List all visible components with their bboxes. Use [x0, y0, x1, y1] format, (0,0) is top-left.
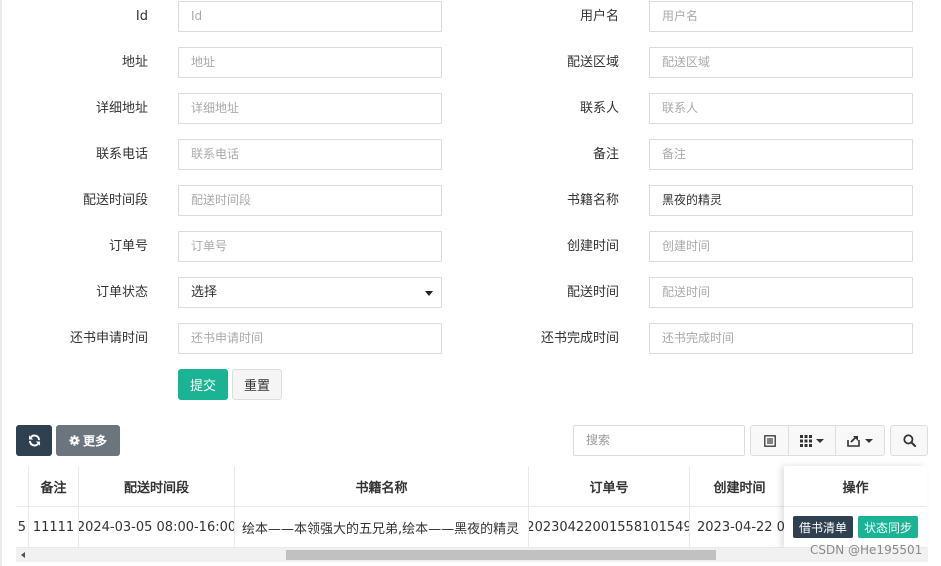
more-button[interactable]: 更多: [56, 425, 120, 456]
return-apply-time-label: 还书申请时间: [69, 331, 148, 346]
column-header-created[interactable]: 创建时间: [690, 466, 790, 507]
order-no-input[interactable]: 订单号: [178, 231, 442, 262]
note-label: 备注: [592, 147, 619, 162]
return-apply-time-input[interactable]: 还书申请时间: [178, 323, 442, 354]
address-label: 地址: [121, 55, 148, 70]
chevron-down-icon: [865, 438, 873, 443]
delivery-time-label: 配送时间: [566, 285, 619, 300]
export-button[interactable]: [835, 425, 885, 456]
address-input[interactable]: 地址: [178, 47, 442, 78]
table-tools: [750, 425, 885, 456]
cell-time-slot: 2024-03-05 08:00-16:00: [79, 507, 235, 548]
column-header-books[interactable]: 书籍名称: [235, 466, 529, 507]
time-slot-label: 配送时间段: [82, 193, 148, 208]
order-status-value: 选择: [191, 285, 218, 300]
toggle-view-button[interactable]: [750, 425, 789, 456]
note-input[interactable]: 备注: [649, 139, 913, 170]
search-icon: [902, 434, 916, 447]
column-header-note[interactable]: 备注: [29, 466, 79, 507]
detail-address-label: 详细地址: [95, 101, 148, 116]
scroll-left-arrow-icon[interactable]: [21, 552, 25, 558]
return-done-time-input[interactable]: 还书完成时间: [649, 323, 913, 354]
contact-label: 联系人: [579, 101, 619, 116]
created-time-input[interactable]: 创建时间: [649, 231, 913, 262]
borrow-list-button[interactable]: 借书清单: [792, 516, 853, 538]
more-label: 更多: [82, 434, 107, 448]
chevron-down-icon: [816, 438, 824, 443]
username-input[interactable]: 用户名: [649, 1, 913, 32]
refresh-icon: [28, 434, 40, 447]
sync-status-button[interactable]: 状态同步: [858, 516, 919, 538]
cell-order-no: 20230422001558101549: [529, 507, 690, 548]
gear-icon: [69, 435, 80, 446]
table-search-input[interactable]: 搜索: [573, 425, 745, 456]
form-row: 详细地址 详细地址 联系人 联系人: [0, 93, 941, 125]
id-label: Id: [135, 9, 148, 24]
detail-address-input[interactable]: 详细地址: [178, 93, 442, 124]
delivery-area-label: 配送区域: [566, 55, 619, 70]
grid-icon: [800, 434, 812, 447]
table-header-cut: [16, 466, 29, 507]
form-row: 订单号 订单号 创建时间 创建时间: [0, 231, 941, 263]
search-button[interactable]: [890, 425, 928, 456]
form-row: 还书申请时间 还书申请时间 还书完成时间 还书完成时间: [0, 323, 941, 355]
column-header-order-no[interactable]: 订单号: [529, 466, 690, 507]
form-row: 联系电话 联系电话 备注 备注: [0, 139, 941, 171]
columns-button[interactable]: [788, 425, 836, 456]
cell-note: 11111: [29, 507, 79, 548]
column-header-time-slot[interactable]: 配送时间段: [79, 466, 235, 507]
phone-label: 联系电话: [95, 147, 148, 162]
chevron-down-icon: [425, 291, 433, 296]
phone-input[interactable]: 联系电话: [178, 139, 442, 170]
form-row: 订单状态 选择 配送时间 配送时间: [0, 277, 941, 309]
created-time-label: 创建时间: [566, 239, 619, 254]
order-status-select[interactable]: 选择: [178, 277, 442, 308]
export-icon: [847, 435, 860, 447]
cell-operations: 借书清单 状态同步: [784, 507, 927, 548]
submit-button[interactable]: 提交: [178, 369, 228, 400]
username-label: 用户名: [579, 9, 619, 24]
return-done-time-label: 还书完成时间: [540, 331, 619, 346]
column-header-operations: 操作: [784, 466, 927, 507]
cell-created: 2023-04-22 00: [690, 507, 790, 548]
cell-cut: 5: [16, 507, 29, 548]
delivery-area-input[interactable]: 配送区域: [649, 47, 913, 78]
refresh-button[interactable]: [16, 425, 52, 456]
form-row: 地址 地址 配送区域 配送区域: [0, 47, 941, 79]
contact-input[interactable]: 联系人: [649, 93, 913, 124]
form-row: Id Id 用户名 用户名: [0, 1, 941, 33]
watermark: CSDN @He195501: [810, 543, 923, 557]
scrollbar-thumb[interactable]: [286, 550, 716, 560]
delivery-time-input[interactable]: 配送时间: [649, 277, 913, 308]
form-row: 配送时间段 配送时间段 书籍名称 黑夜的精灵: [0, 185, 941, 217]
horizontal-scrollbar[interactable]: [16, 548, 928, 562]
id-input[interactable]: Id: [178, 1, 442, 32]
time-slot-input[interactable]: 配送时间段: [178, 185, 442, 216]
list-icon: [763, 434, 776, 447]
cell-books: 绘本——本领强大的五兄弟,绘本——黑夜的精灵: [235, 507, 529, 548]
reset-button[interactable]: 重置: [232, 369, 282, 400]
operations-column: 操作 借书清单 状态同步: [784, 466, 927, 548]
book-name-input[interactable]: 黑夜的精灵: [649, 185, 913, 216]
book-name-label: 书籍名称: [566, 193, 619, 208]
order-no-label: 订单号: [108, 239, 148, 254]
order-status-label: 订单状态: [95, 285, 148, 300]
